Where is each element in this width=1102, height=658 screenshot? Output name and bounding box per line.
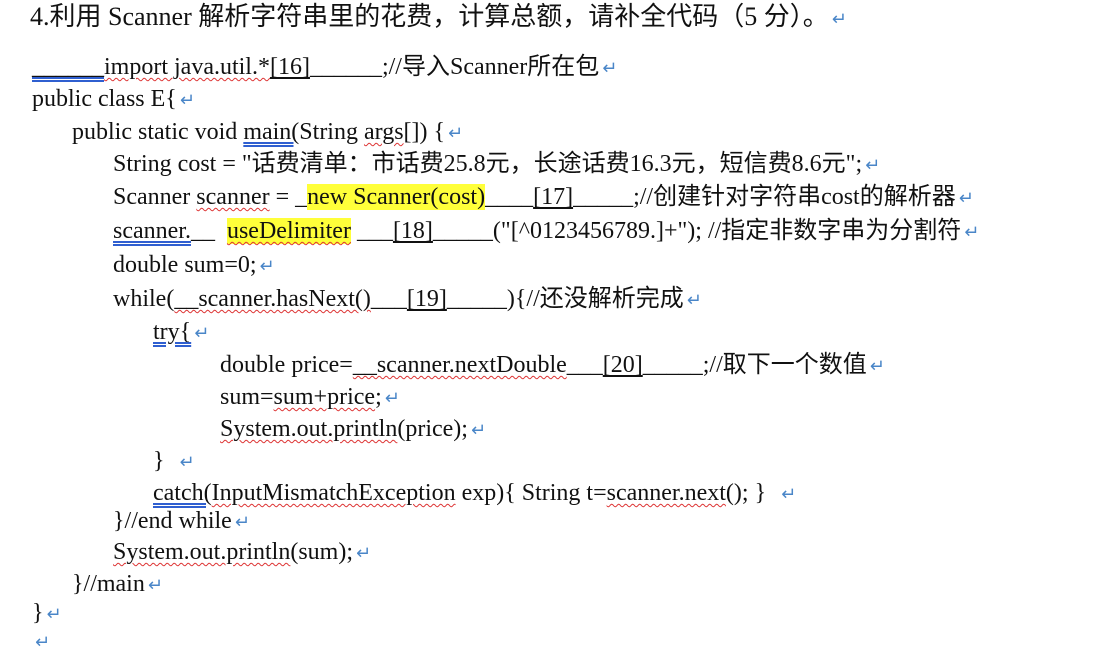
price-comment: ;//取下一个数值 bbox=[702, 352, 867, 378]
delimiter-args: ("[^0123456789.]+"); //指定非数字串为分割符 bbox=[492, 218, 962, 244]
paragraph-mark-icon: ↵ bbox=[194, 323, 210, 344]
catch-body: exp){ String t= bbox=[455, 480, 607, 506]
blank-19-number[interactable]: [19] bbox=[407, 286, 447, 312]
code-line-scanner: Scanner scanner = _new Scanner(cost)____… bbox=[113, 182, 974, 214]
code-line-main: public static void main(String args[]) {… bbox=[72, 117, 463, 149]
blank-18-mid[interactable]: ___ bbox=[357, 218, 393, 244]
scanner-next-call: scanner.next bbox=[606, 480, 726, 506]
try-keyword: try{ bbox=[153, 319, 192, 345]
paragraph-mark-icon: ↵ bbox=[448, 123, 464, 144]
scanner-type: Scanner bbox=[113, 184, 197, 210]
paragraph-mark-icon: ↵ bbox=[234, 512, 250, 533]
try-close: } bbox=[153, 448, 165, 474]
price-declaration: double price= bbox=[220, 352, 353, 378]
paragraph-mark-icon: ↵ bbox=[686, 290, 702, 311]
while-close: }//end while bbox=[113, 508, 232, 534]
code-line-price: double price=__scanner.nextDouble___[20]… bbox=[220, 350, 885, 382]
blank-20-tail[interactable]: _____ bbox=[643, 352, 703, 378]
answer-20: __scanner.nextDouble bbox=[352, 352, 567, 378]
sum-assign: sum= bbox=[220, 384, 274, 410]
sum-end: ; bbox=[375, 384, 382, 410]
main-modifiers: public static void bbox=[72, 119, 244, 145]
main-method-name: main( bbox=[243, 119, 300, 145]
code-line-try: try{↵ bbox=[153, 317, 209, 349]
class-close: } bbox=[32, 600, 44, 626]
println-args: (price); bbox=[397, 416, 468, 442]
paragraph-mark-icon: ↵ bbox=[46, 604, 62, 625]
cost-declaration: String cost = "话费清单：市话费25.8元，长途话费16.3元，短… bbox=[113, 151, 863, 177]
println-sum-call: System.out.println bbox=[113, 539, 291, 565]
blank-17-lead[interactable]: ____ bbox=[485, 184, 533, 210]
paragraph-mark-icon: ↵ bbox=[781, 484, 797, 505]
paragraph-mark-icon: ↵ bbox=[831, 9, 847, 30]
answer-18: useDelimiter bbox=[226, 218, 351, 244]
scanner-comment: ;//创建针对字符串cost的解析器 bbox=[633, 184, 956, 210]
code-line-print-sum: System.out.println(sum); ↵ bbox=[113, 537, 371, 569]
code-line-try-end: } ↵ bbox=[153, 446, 195, 478]
paragraph-mark-icon: ↵ bbox=[958, 188, 974, 209]
paragraph-mark-icon: ↵ bbox=[356, 543, 372, 564]
println-sum-args: (sum); bbox=[290, 539, 354, 565]
code-line-sum: double sum=0; ↵ bbox=[113, 250, 275, 282]
blank-16-number[interactable]: [16] bbox=[270, 54, 310, 80]
paragraph-mark-icon: ↵ bbox=[35, 632, 51, 653]
scanner-ref: scanner. bbox=[113, 218, 191, 244]
blank-16-lead[interactable]: ______ bbox=[32, 54, 104, 80]
blank-20-number[interactable]: [20] bbox=[603, 352, 643, 378]
paragraph-mark-icon: ↵ bbox=[259, 256, 275, 277]
exception-type: InputMismatchException bbox=[211, 480, 456, 506]
code-line-empty: ↵ bbox=[32, 626, 50, 658]
main-param-name: args bbox=[363, 119, 404, 145]
import-comment: ;//导入Scanner所在包 bbox=[381, 54, 600, 80]
paragraph-mark-icon: ↵ bbox=[179, 452, 195, 473]
paragraph-mark-icon: ↵ bbox=[147, 575, 163, 596]
sum-expression: sum+price bbox=[273, 384, 376, 410]
code-line-main-end: }//main ↵ bbox=[72, 569, 163, 601]
code-line-accumulate: sum=sum+price; ↵ bbox=[220, 382, 400, 414]
catch-end: (); } bbox=[725, 480, 767, 506]
import-statement: import java.util.* bbox=[104, 54, 270, 80]
blank-19-lead[interactable]: ___ bbox=[371, 286, 407, 312]
paragraph-mark-icon: ↵ bbox=[964, 222, 980, 243]
paragraph-mark-icon: ↵ bbox=[869, 356, 885, 377]
blank-19-tail[interactable]: _____ bbox=[447, 286, 507, 312]
question-title: 4.利用 Scanner 解析字符串里的花费，计算总额，请补全代码（5 分）。 ↵ bbox=[30, 2, 847, 35]
paragraph-mark-icon: ↵ bbox=[179, 90, 195, 111]
answer-19: __scanner.hasNext() bbox=[174, 286, 371, 312]
paragraph-mark-icon: ↵ bbox=[470, 420, 487, 441]
while-comment: ){//还没解析完成 bbox=[506, 286, 684, 312]
blank-18-tail[interactable]: _____ bbox=[433, 218, 493, 244]
paragraph-mark-icon: ↵ bbox=[602, 58, 618, 79]
main-close: }//main bbox=[72, 571, 145, 597]
code-line-class: public class E{↵ bbox=[32, 84, 195, 116]
blank-18-lead[interactable]: __ bbox=[191, 218, 215, 244]
blank-16-tail[interactable]: ______ bbox=[310, 54, 382, 80]
code-line-while-end: }//end while ↵ bbox=[113, 506, 250, 538]
paragraph-mark-icon: ↵ bbox=[384, 388, 400, 409]
code-line-import: ______import java.util.*[16]______;//导入S… bbox=[32, 52, 617, 84]
code-line-while: while(__scanner.hasNext()___[19]_____){/… bbox=[113, 284, 702, 316]
blank-17-tail[interactable]: _____ bbox=[573, 184, 633, 210]
catch-keyword: catch( bbox=[153, 480, 212, 506]
blank-18-number[interactable]: [18] bbox=[393, 218, 433, 244]
class-declaration: public class E{ bbox=[32, 86, 177, 112]
main-signature-rest: []) { bbox=[403, 119, 446, 145]
main-param-type: String bbox=[299, 119, 364, 145]
paragraph-mark-icon: ↵ bbox=[865, 155, 881, 176]
sum-declaration: double sum=0; bbox=[113, 252, 257, 278]
code-line-print-price: System.out.println(price); ↵ bbox=[220, 414, 486, 446]
blank-17-number[interactable]: [17] bbox=[533, 184, 573, 210]
println-call: System.out.println bbox=[220, 416, 398, 442]
answer-17: new Scanner(cost) bbox=[307, 184, 486, 210]
code-line-delimiter: scanner.__ useDelimiter ___[18]_____("[^… bbox=[113, 216, 979, 248]
code-line-cost: String cost = "话费清单：市话费25.8元，长途话费16.3元，短… bbox=[113, 149, 880, 181]
scanner-variable: scanner bbox=[196, 184, 270, 210]
while-keyword: while( bbox=[113, 286, 175, 312]
scanner-assign: = _ bbox=[269, 184, 308, 210]
blank-20-lead[interactable]: ___ bbox=[567, 352, 603, 378]
question-title-text: 4.利用 Scanner 解析字符串里的花费，计算总额，请补全代码（5 分）。 bbox=[30, 2, 829, 31]
